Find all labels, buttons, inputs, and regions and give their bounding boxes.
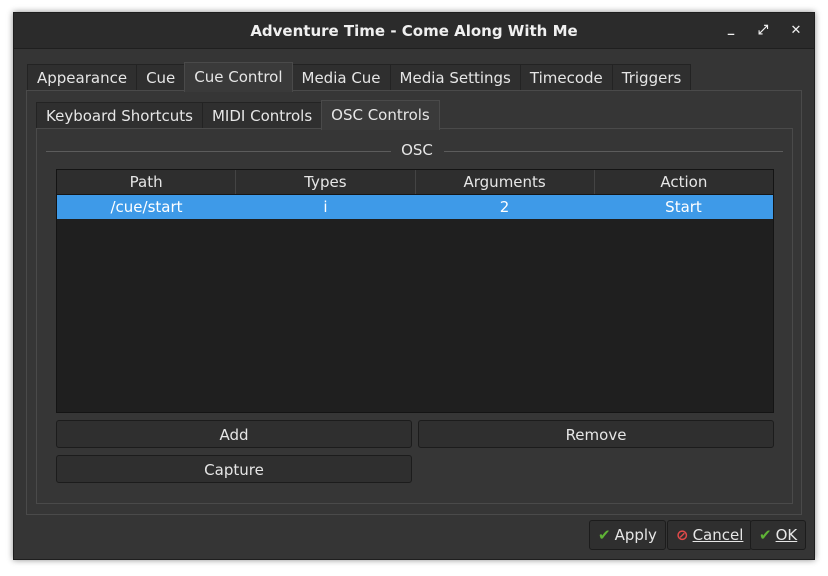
cancel-icon: ⊘	[676, 526, 689, 544]
column-header-types[interactable]: Types	[236, 170, 416, 194]
cancel-label: Cancel	[692, 526, 744, 544]
tab-media-settings[interactable]: Media Settings	[389, 64, 521, 91]
cell-arguments[interactable]: 2	[415, 195, 594, 219]
tab-triggers[interactable]: Triggers	[611, 64, 692, 91]
tab-midi-controls[interactable]: MIDI Controls	[201, 102, 323, 129]
apply-label: Apply	[614, 526, 657, 544]
add-button[interactable]: Add	[56, 420, 412, 448]
tab-timecode[interactable]: Timecode	[519, 64, 613, 91]
group-divider-right	[444, 151, 783, 152]
tab-appearance[interactable]: Appearance	[27, 64, 138, 91]
apply-button[interactable]: ✔ Apply	[589, 520, 666, 550]
maximize-icon[interactable]: ⤢	[755, 23, 771, 39]
tab-media-cue[interactable]: Media Cue	[291, 64, 391, 91]
window-title: Adventure Time - Come Along With Me	[250, 22, 578, 40]
remove-button[interactable]: Remove	[418, 420, 774, 448]
close-icon[interactable]: ✕	[788, 23, 804, 39]
osc-table: Path Types Arguments Action /cue/start i…	[56, 169, 774, 413]
minimize-icon[interactable]: _	[723, 21, 739, 37]
column-header-action[interactable]: Action	[595, 170, 773, 194]
cell-path[interactable]: /cue/start	[57, 195, 236, 219]
main-tab-bar: Appearance Cue Cue Control Media Cue Med…	[27, 62, 692, 92]
sub-tab-bar: Keyboard Shortcuts MIDI Controls OSC Con…	[36, 100, 440, 130]
group-divider-left	[46, 151, 391, 152]
tab-cue-control[interactable]: Cue Control	[184, 62, 293, 92]
tab-cue[interactable]: Cue	[136, 64, 186, 91]
cell-types[interactable]: i	[236, 195, 415, 219]
table-row[interactable]: /cue/start i 2 Start	[57, 195, 773, 219]
check-icon: ✔	[598, 526, 611, 544]
cancel-button[interactable]: ⊘ Cancel	[667, 520, 753, 550]
column-header-arguments[interactable]: Arguments	[416, 170, 595, 194]
settings-dialog: Adventure Time - Come Along With Me _ ⤢ …	[13, 12, 815, 560]
osc-group-title: OSC	[401, 141, 433, 159]
capture-button[interactable]: Capture	[56, 455, 412, 483]
ok-button[interactable]: ✔ OK	[750, 520, 807, 550]
table-header: Path Types Arguments Action	[57, 170, 773, 195]
column-header-path[interactable]: Path	[57, 170, 237, 194]
title-bar[interactable]: Adventure Time - Come Along With Me _ ⤢ …	[14, 13, 814, 49]
check-icon: ✔	[759, 526, 772, 544]
cell-action[interactable]: Start	[594, 195, 773, 219]
tab-keyboard-shortcuts[interactable]: Keyboard Shortcuts	[36, 102, 203, 129]
tab-osc-controls[interactable]: OSC Controls	[321, 100, 440, 130]
ok-label: OK	[775, 526, 798, 544]
